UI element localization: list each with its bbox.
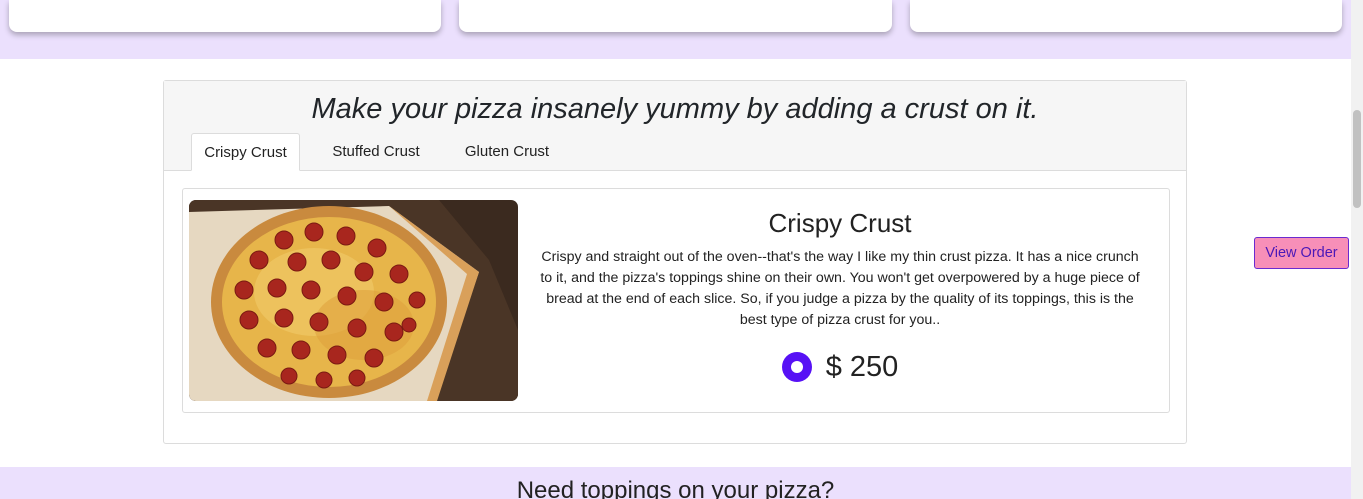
crust-card-header: Make your pizza insanely yummy by adding… (164, 81, 1186, 171)
view-order-button[interactable]: View Order (1254, 237, 1349, 269)
tab-label: Crispy Crust (204, 144, 287, 161)
page-scrollbar[interactable] (1351, 0, 1363, 499)
tab-stuffed-crust[interactable]: Stuffed Crust (318, 133, 434, 170)
tab-crispy-crust[interactable]: Crispy Crust (191, 133, 300, 171)
crust-select-radio[interactable] (781, 352, 812, 382)
crust-card: Make your pizza insanely yummy by adding… (163, 80, 1187, 444)
pizza-card (459, 0, 892, 32)
toppings-section-band: Need toppings on your pizza? (0, 467, 1351, 499)
tab-label: Gluten Crust (464, 143, 550, 160)
crust-price: $ 250 (825, 350, 899, 383)
pizza-card (9, 0, 441, 32)
toppings-section-title: Need toppings on your pizza? (516, 477, 835, 499)
tab-label: Stuffed Crust (332, 143, 420, 160)
scrollbar-thumb[interactable] (1353, 110, 1361, 208)
price-row: $ 250 (533, 351, 1147, 383)
pizza-card (910, 0, 1342, 32)
crispy-crust-pizza-image (189, 200, 518, 401)
previous-section-band (0, 0, 1351, 59)
crust-name: Crispy Crust (768, 208, 912, 238)
crust-description: Crispy and straight out of the oven--tha… (540, 249, 1140, 328)
tab-gluten-crust[interactable]: Gluten Crust (452, 133, 562, 170)
crust-section-title: Make your pizza insanely yummy by adding… (311, 93, 1039, 125)
crust-detail-panel: Crispy Crust Crispy and straight out of … (182, 188, 1170, 413)
